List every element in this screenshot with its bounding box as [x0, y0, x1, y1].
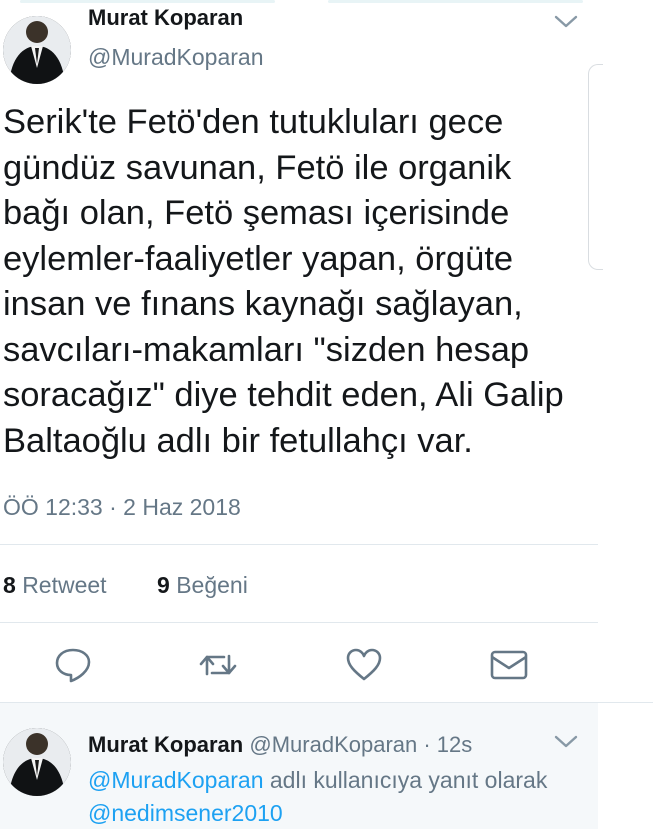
divider — [0, 622, 598, 623]
heart-icon[interactable] — [344, 645, 384, 685]
like-count: 9 — [157, 572, 170, 598]
retweet-count: 8 — [3, 572, 16, 598]
tweet-text: Serik'te Fetö'den tutukluları gece gündü… — [3, 103, 564, 460]
top-partial-button-right — [328, 0, 583, 3]
like-label: Beğeni — [176, 572, 248, 598]
scrollbar-track[interactable] — [588, 64, 603, 270]
reply-icon[interactable] — [53, 645, 93, 685]
retweet-label: Retweet — [22, 572, 107, 598]
chevron-down-icon[interactable] — [553, 732, 579, 752]
envelope-icon[interactable] — [489, 645, 529, 685]
retweet-stat[interactable]: 8 Retweet — [3, 572, 107, 599]
retweet-icon[interactable] — [198, 645, 238, 685]
reply-second-mention-row: @nedimsener2010 — [88, 800, 283, 827]
reply-avatar[interactable] — [3, 728, 71, 796]
reply-context-text: adlı kullanıcıya yanıt olarak — [263, 767, 548, 793]
reply-second-mention[interactable]: @nedimsener2010 — [88, 800, 283, 826]
top-partial-strip — [0, 0, 653, 4]
top-partial-button-left — [20, 0, 275, 3]
author-name[interactable]: Murat Koparan — [88, 6, 243, 30]
avatar[interactable] — [3, 16, 71, 84]
reply-author-name[interactable]: Murat Koparan — [88, 732, 243, 757]
reply-context-mention[interactable]: @MuradKoparan — [88, 767, 264, 793]
reply-header[interactable]: Murat Koparan @MuradKoparan · 12s — [88, 732, 472, 758]
author-handle[interactable]: @MuradKoparan — [88, 44, 264, 71]
divider — [0, 544, 598, 545]
chevron-down-icon[interactable] — [553, 12, 579, 32]
reply-handle-time: @MuradKoparan · 12s — [249, 732, 473, 757]
reply-context: @MuradKoparan adlı kullanıcıya yanıt ola… — [88, 767, 547, 794]
like-stat[interactable]: 9 Beğeni — [157, 572, 248, 599]
tweet-timestamp: ÖÖ 12:33 · 2 Haz 2018 — [3, 494, 241, 520]
